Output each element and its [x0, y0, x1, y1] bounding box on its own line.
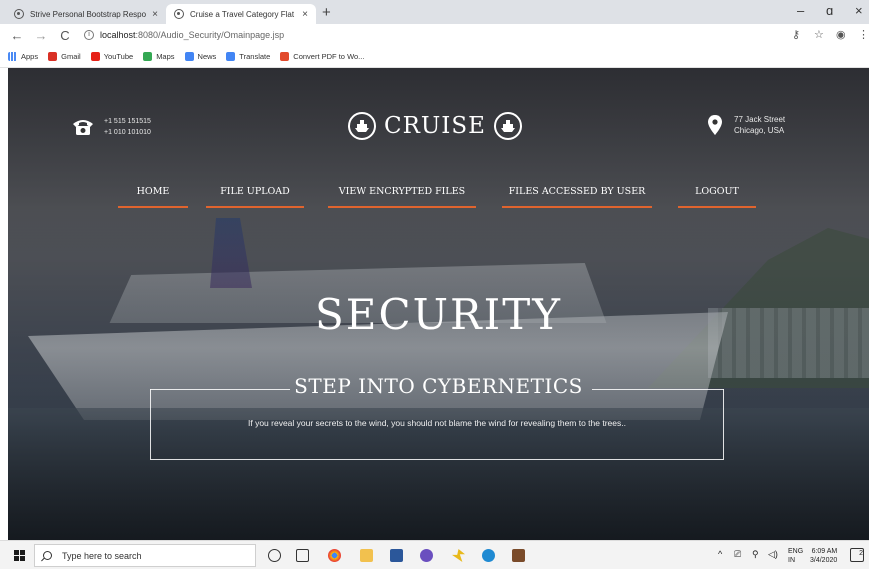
nav-view-encrypted-files[interactable]: VIEW ENCRYPTED FILES: [328, 186, 476, 208]
bookmark-label: Apps: [21, 52, 39, 61]
nav-label: LOGOUT: [695, 186, 739, 197]
nav-logout[interactable]: LOGOUT: [678, 186, 756, 208]
bookmark-news[interactable]: News: [184, 52, 217, 61]
phone-icon: [73, 120, 93, 135]
hero-headline: SECURITY: [315, 290, 562, 339]
tab-title: Strive Personal Bootstrap Respo: [30, 9, 147, 19]
bookmark-apps[interactable]: Apps: [8, 52, 38, 61]
bookmarks-bar: Apps Gmail YouTube Maps News Translate C…: [0, 46, 869, 68]
windows-start-icon[interactable]: [14, 550, 25, 561]
bookmark-label: Maps: [156, 52, 175, 61]
nav-home[interactable]: HOME: [118, 186, 188, 208]
browser-tab-cruise[interactable]: Cruise a Travel Category Flat Boo ×: [166, 4, 316, 24]
nav-files-accessed-by-user[interactable]: FILES ACCESSED BY USER: [502, 186, 652, 208]
tray-up-chevron-icon[interactable]: ^: [718, 550, 722, 559]
lang-code: ENG: [788, 548, 804, 555]
url-path: :8080/Audio_Security/Omainpage.jsp: [135, 30, 285, 40]
bookmark-label: YouTube: [103, 52, 134, 61]
bookmark-gmail[interactable]: Gmail: [48, 52, 81, 61]
browser-tab-strive[interactable]: Strive Personal Bootstrap Respo ×: [6, 4, 166, 24]
hero-section: +1 515 151515 +1 010 101010 CRUISE 77 Ja…: [8, 68, 869, 540]
hero-subheadline: STEP INTO CYBERNETICS: [294, 374, 583, 398]
close-window-button[interactable]: ×: [855, 3, 863, 18]
hero-quote: If you reveal your secrets to the wind, …: [248, 418, 626, 428]
search-placeholder: Type here to search: [62, 550, 142, 561]
clock-time: 6:09 AM: [811, 548, 838, 555]
app-icon[interactable]: [512, 549, 525, 562]
news-icon: [184, 52, 194, 61]
notification-icon[interactable]: 2: [850, 548, 864, 562]
taskbar-search[interactable]: Type here to search: [34, 544, 256, 567]
clock-date: 3/4/2020: [810, 557, 838, 564]
info-icon[interactable]: i: [84, 30, 94, 40]
reload-icon[interactable]: C: [58, 28, 72, 43]
maximize-button[interactable]: ɑ: [826, 3, 833, 18]
address-bar: ← → C i localhost :8080/Audio_Security/O…: [0, 24, 869, 46]
tab-close-icon[interactable]: ×: [152, 9, 158, 20]
star-icon[interactable]: ☆: [814, 28, 824, 41]
language-indicator[interactable]: ENG IN: [788, 547, 803, 565]
phone-contact: +1 515 151515 +1 010 101010: [72, 116, 151, 138]
phone-number: +1 515 151515: [104, 118, 151, 125]
ship-icon: [348, 112, 376, 140]
nav-label: FILE UPLOAD: [220, 186, 290, 197]
youtube-icon: [90, 52, 100, 61]
key-icon[interactable]: ⚷: [792, 28, 800, 41]
location-pin-icon: [708, 115, 722, 135]
maps-icon: [143, 52, 153, 61]
tab-close-icon[interactable]: ×: [302, 9, 308, 20]
gmail-icon: [48, 52, 58, 61]
chrome-icon[interactable]: [328, 549, 341, 562]
globe-icon: [174, 9, 184, 19]
address-line: 77 Jack Street: [734, 115, 786, 124]
task-view-icon[interactable]: [296, 549, 309, 562]
address-contact: 77 Jack Street Chicago, USA: [708, 114, 785, 136]
globe-icon: [14, 9, 24, 19]
translate-icon: [226, 52, 236, 61]
profile-icon[interactable]: ◉: [836, 28, 846, 41]
apps-grid-icon: [8, 52, 17, 61]
search-icon: [43, 551, 52, 560]
network-icon[interactable]: ⎚: [734, 550, 741, 559]
app-icon[interactable]: [482, 549, 495, 562]
usb-icon[interactable]: ⚲: [752, 550, 759, 559]
notification-count: 2: [859, 550, 863, 557]
windows-taskbar: Type here to search ^ ⎚ ⚲ ◁) ENG IN 6:09…: [0, 540, 869, 569]
volume-icon[interactable]: ◁): [768, 550, 778, 559]
bookmark-label: News: [197, 52, 217, 61]
logo-text: CRUISE: [384, 113, 486, 139]
new-tab-button[interactable]: +: [322, 4, 331, 21]
lightning-icon[interactable]: [452, 549, 465, 562]
bookmark-label: Translate: [239, 52, 271, 61]
minimize-button[interactable]: –: [797, 3, 804, 18]
app-icon[interactable]: [420, 549, 433, 562]
phone-number: +1 010 101010: [104, 129, 151, 136]
file-explorer-icon[interactable]: [360, 549, 373, 562]
bookmark-youtube[interactable]: YouTube: [90, 52, 134, 61]
bookmark-convert-pdf[interactable]: Convert PDF to Wo...: [280, 52, 364, 61]
clock[interactable]: 6:09 AM 3/4/2020: [810, 547, 837, 565]
menu-dots-icon[interactable]: ⋮: [858, 28, 869, 41]
browser-tab-strip: Strive Personal Bootstrap Respo × Cruise…: [0, 0, 869, 24]
ship-icon: [493, 112, 522, 140]
url-field[interactable]: i localhost :8080/Audio_Security/Omainpa…: [84, 30, 284, 40]
url-host: localhost: [100, 30, 136, 40]
bookmark-translate[interactable]: Translate: [226, 52, 270, 61]
bookmark-label: Gmail: [61, 52, 81, 61]
lang-region: IN: [788, 557, 795, 564]
tab-title: Cruise a Travel Category Flat Boo: [190, 9, 296, 19]
forward-arrow-icon[interactable]: →: [34, 28, 48, 43]
word-icon[interactable]: [390, 549, 403, 562]
site-logo[interactable]: CRUISE: [348, 112, 522, 140]
bookmark-maps[interactable]: Maps: [143, 52, 175, 61]
back-arrow-icon[interactable]: ←: [10, 28, 24, 43]
nav-label: FILES ACCESSED BY USER: [508, 186, 646, 197]
pdf-icon: [280, 52, 290, 61]
cortana-icon[interactable]: [268, 549, 281, 562]
address-line: Chicago, USA: [734, 126, 785, 135]
bookmark-label: Convert PDF to Wo...: [293, 52, 365, 61]
nav-file-upload[interactable]: FILE UPLOAD: [206, 186, 304, 208]
nav-label: VIEW ENCRYPTED FILES: [338, 186, 466, 197]
nav-label: HOME: [136, 186, 170, 197]
